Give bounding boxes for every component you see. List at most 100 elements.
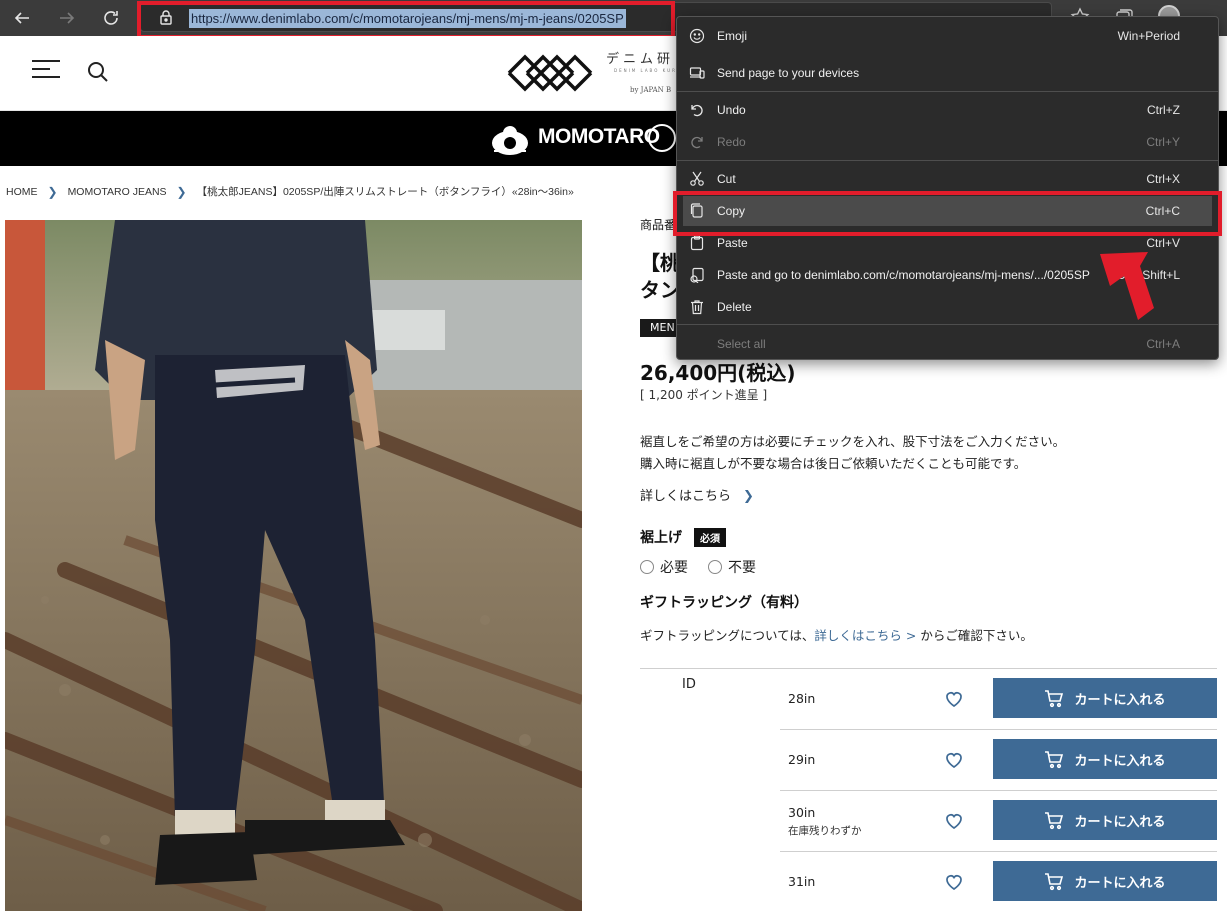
hamburger-line [32,68,50,70]
menu-item-label: Delete [717,300,752,314]
add-to-cart-button[interactable]: カートに入れる [993,861,1217,901]
product-photo[interactable] [5,220,582,911]
size-label: 29in [788,752,816,767]
paste-icon [690,235,704,251]
product-title-line2: タン [640,278,680,302]
copy-highlight-box [673,191,1222,236]
menu-item-label: Undo [717,103,746,117]
forward-button[interactable] [53,4,81,32]
refresh-button[interactable] [97,4,125,32]
arrow-left-icon [14,12,29,24]
menu-item-select-all: Select all Ctrl+A [677,329,1218,359]
table-row: 31in カートに入れる [780,852,1217,911]
site-logo-by: by JAPAN B [630,86,672,94]
site-logo-mark[interactable] [505,42,595,104]
menu-separator [677,324,1218,325]
size-label: 30in [788,805,816,820]
product-number-label: 商品番 [640,218,677,232]
hamburger-line [32,76,60,78]
table-row: 30in 在庫残りわずか カートに入れる [780,791,1217,852]
gift-text-before: ギフトラッピングについては、 [640,628,815,643]
menu-separator [677,160,1218,161]
menu-item-shortcut: Ctrl+Y [1146,135,1180,149]
hem-not-required-label[interactable]: 不要 [728,557,756,577]
menu-item-redo: Redo Ctrl+Y [677,127,1218,157]
cart-icon [1045,751,1064,769]
paste-go-icon [690,267,704,283]
menu-separator [677,91,1218,92]
brand-crest-icon [648,124,676,152]
heart-icon[interactable] [944,689,964,709]
required-badge: 必須 [694,528,726,547]
search-icon[interactable] [86,60,110,84]
breadcrumb: HOME ❯ MOMOTARO JEANS ❯ 【桃太郎JEANS】0205SP… [6,184,574,199]
hem-required-radio[interactable] [640,560,654,574]
gift-text-after: からご確認下さい。 [916,628,1033,643]
table-row: 29in カートに入れる [780,730,1217,791]
add-to-cart-label: カートに入れる [1074,753,1166,769]
category-badge: MEN [640,319,680,337]
menu-item-undo[interactable]: Undo Ctrl+Z [677,95,1218,125]
red-arrow-annotation [1100,252,1154,320]
devices-icon [689,67,705,79]
chevron-right-icon: ❯ [176,184,187,199]
menu-item-label: Send page to your devices [717,66,860,80]
details-link[interactable]: 詳しくはこちら ❯ [640,485,754,504]
product-price: 26,400円(税込) [640,361,796,385]
product-title-line1: 【桃 [640,251,680,275]
menu-item-label: Paste [717,236,748,250]
cart-icon [1045,690,1064,708]
heart-icon[interactable] [944,872,964,892]
undo-icon [691,104,703,117]
scissors-icon [690,171,704,186]
screen: https://www.denimlabo.com/c/momotarojean… [0,0,1227,911]
menu-item-label: Cut [717,172,736,186]
hem-options: 必要 不要 [640,557,756,577]
breadcrumb-home[interactable]: HOME [6,186,38,198]
add-to-cart-label: カートに入れる [1074,875,1166,891]
stock-note: 在庫残りわずか [788,825,862,837]
details-link-label: 詳しくはこちら [640,489,732,504]
size-label: 28in [788,691,816,706]
table-row: 28in カートに入れる [780,669,1217,730]
chevron-right-icon: ❯ [47,184,58,199]
menu-item-send-page[interactable]: Send page to your devices [677,58,1218,88]
menu-item-cut[interactable]: Cut Ctrl+X [677,164,1218,194]
momotaro-emblem-icon [492,126,528,155]
add-to-cart-button[interactable]: カートに入れる [993,800,1217,840]
redo-icon [691,136,703,149]
menu-item-label: Select all [717,337,766,351]
site-logo-text: デニム研 [606,52,675,67]
add-to-cart-label: カートに入れる [1074,814,1166,830]
gift-wrapping-title: ギフトラッピング（有料） [640,595,808,611]
menu-item-shortcut: Ctrl+Z [1147,103,1180,117]
hem-option-label: 裾上げ [640,530,682,546]
size-label: 31in [788,874,816,889]
breadcrumb-product: 【桃太郎JEANS】0205SP/出陣スリムストレート（ボタンフライ）«28in… [196,186,574,198]
hem-description-line: 購入時に裾直しが不要な場合は後日ご依頼いただくことも可能です。 [640,456,1027,471]
menu-item-label: Redo [717,135,746,149]
chevron-right-icon: ❯ [743,489,754,504]
gift-details-link[interactable]: 詳しくはこちら > [814,628,916,643]
add-to-cart-button[interactable]: カートに入れる [993,678,1217,718]
hem-required-label[interactable]: 必要 [660,557,688,577]
gift-wrapping-text: ギフトラッピングについては、詳しくはこちら > からご確認下さい。 [640,625,1033,644]
add-to-cart-label: カートに入れる [1074,692,1166,708]
menu-item-shortcut: Ctrl+A [1146,337,1180,351]
add-to-cart-button[interactable]: カートに入れる [993,739,1217,779]
back-button[interactable] [8,4,36,32]
menu-item-label: Paste and go to denimlabo.com/c/momotaro… [717,268,1090,282]
arrow-right-icon [60,12,75,24]
hem-not-required-radio[interactable] [708,560,722,574]
menu-item-label: Emoji [717,29,748,43]
product-points: [ 1,200 ポイント進呈 ] [640,388,768,402]
heart-icon[interactable] [944,811,964,831]
breadcrumb-brand[interactable]: MOMOTARO JEANS [68,186,167,198]
menu-button[interactable] [32,60,60,82]
menu-item-shortcut: Win+Period [1117,29,1180,43]
menu-item-emoji[interactable]: Emoji Win+Period [677,21,1218,51]
product-photo-illustration [5,220,582,911]
cart-icon [1045,812,1064,830]
heart-icon[interactable] [944,750,964,770]
brand-name: MOMOTARO [538,125,660,148]
